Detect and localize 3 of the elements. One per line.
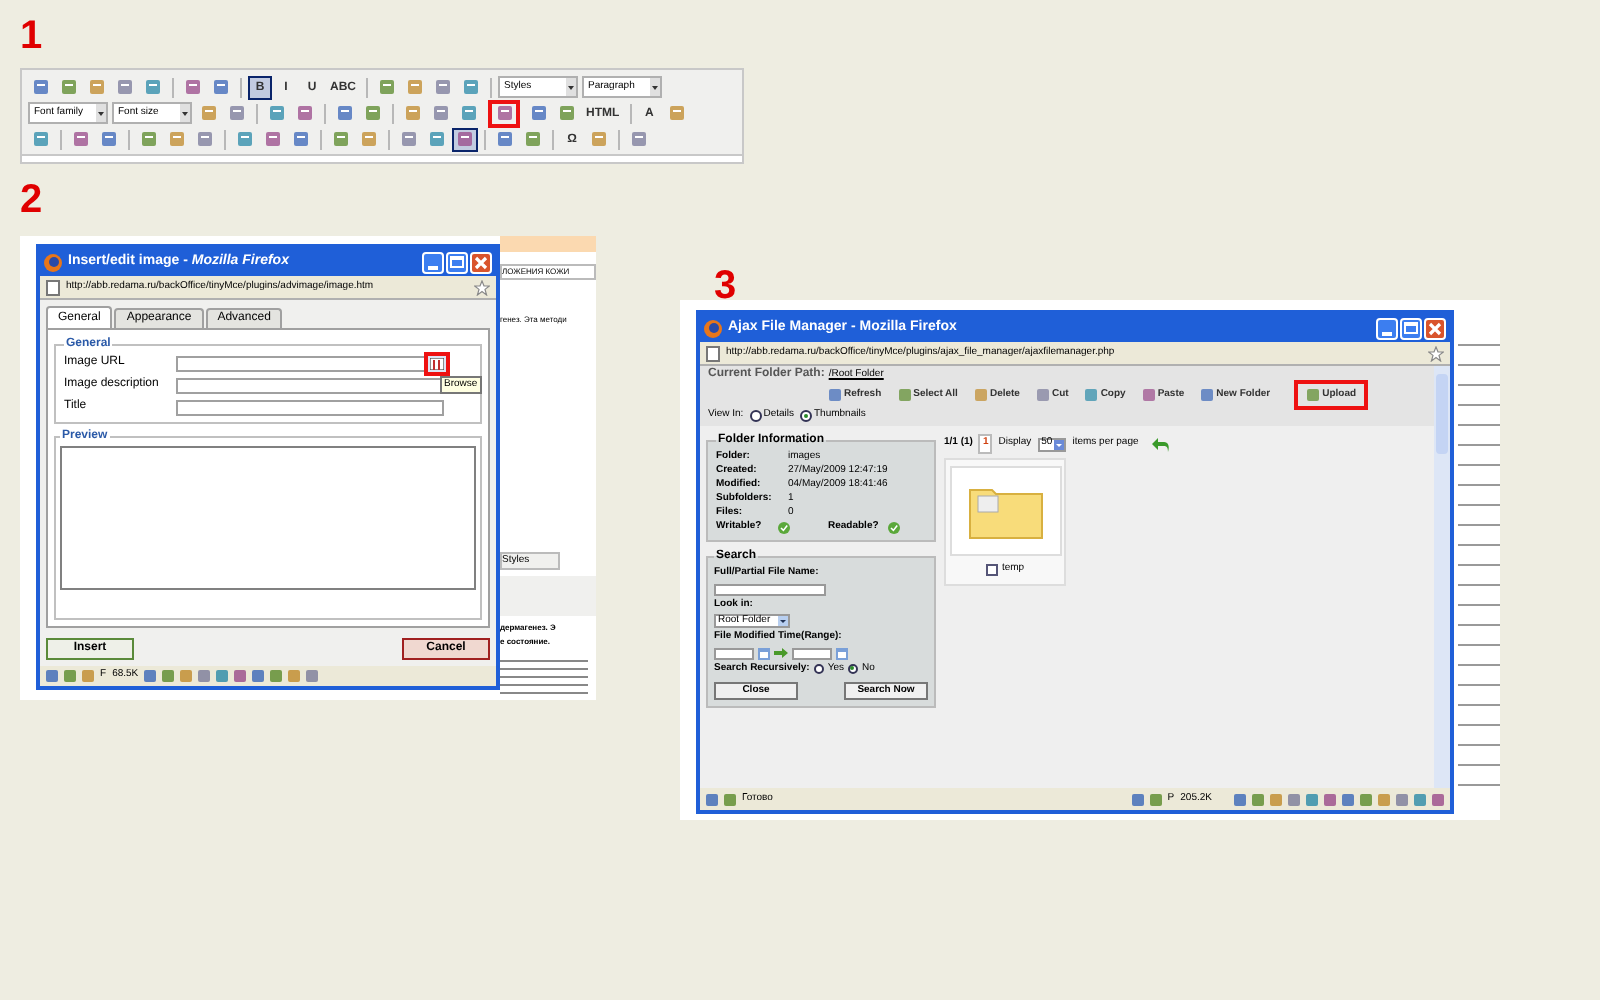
step-number: 3 — [714, 266, 737, 306]
step-number: 1 — [20, 16, 43, 56]
step-number: 2 — [20, 180, 43, 220]
